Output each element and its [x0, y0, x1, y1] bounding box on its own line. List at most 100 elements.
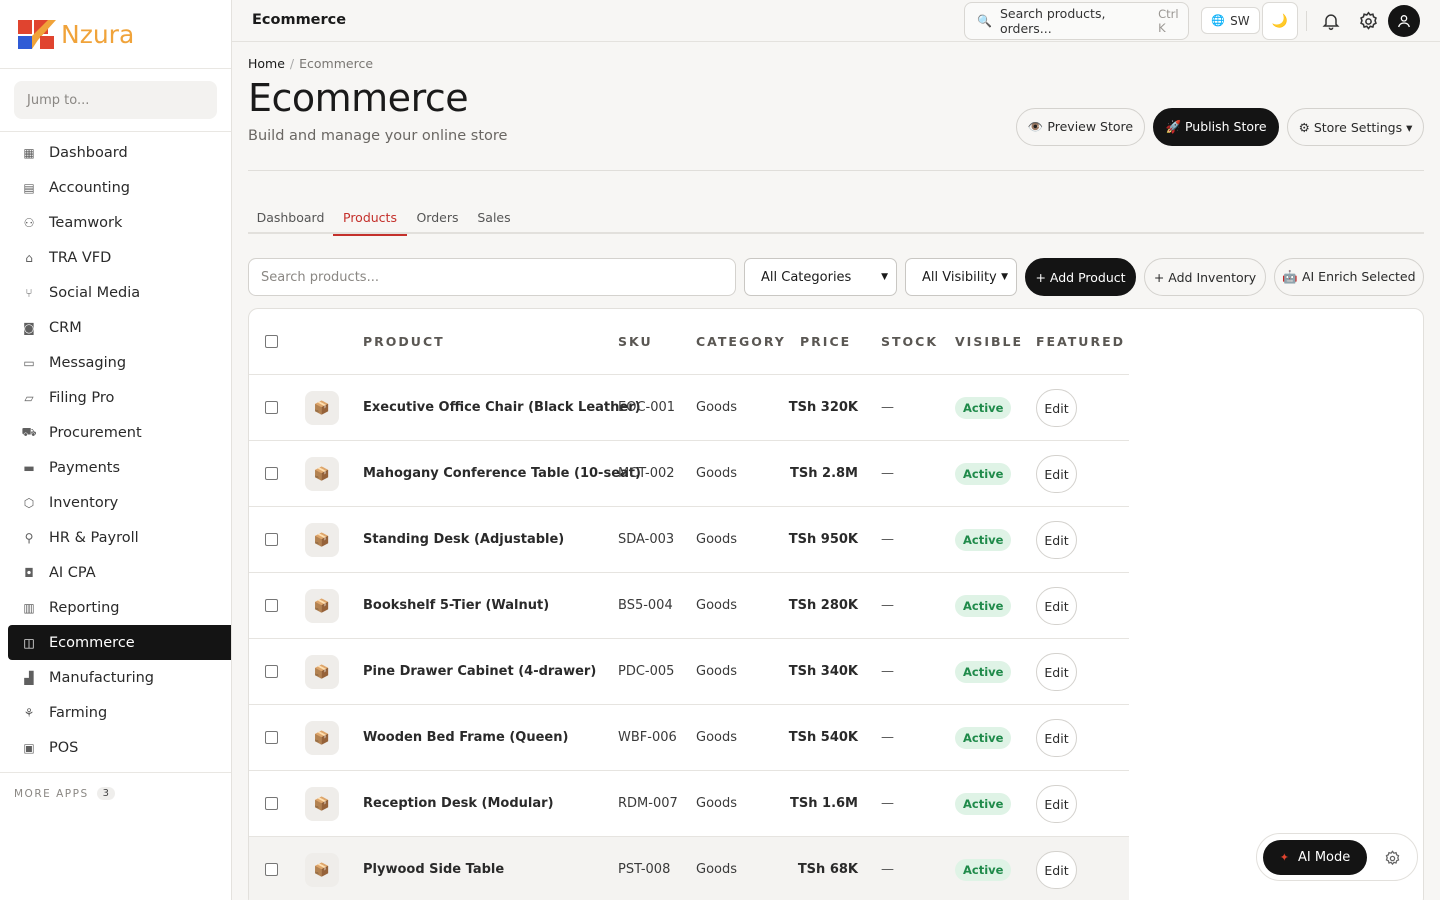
table-row[interactable]: 📦 Executive Office Chair (Black Leather) E…	[249, 375, 1129, 441]
status-badge[interactable]: Active	[955, 727, 1012, 749]
cart-icon: ⛟	[21, 424, 37, 439]
sidebar-item-dashboard[interactable]: ▦ Dashboard	[0, 135, 231, 170]
sidebar-item-crm[interactable]: ◙ CRM	[0, 310, 231, 345]
notifications-button[interactable]	[1320, 10, 1342, 32]
edit-button[interactable]: Edit	[1036, 521, 1077, 559]
product-name[interactable]: Wooden Bed Frame (Queen)	[363, 730, 568, 745]
sidebar-item-teamwork[interactable]: ⚇ Teamwork	[0, 205, 231, 240]
sidebar-item-hr-payroll[interactable]: ⚲ HR & Payroll	[0, 520, 231, 555]
row-checkbox[interactable]	[265, 467, 278, 480]
ai-settings-button[interactable]	[1382, 848, 1402, 868]
column-header-visible[interactable]: VISIBLE	[955, 334, 1023, 349]
edit-button[interactable]: Edit	[1036, 653, 1077, 691]
table-row[interactable]: 📦 Wooden Bed Frame (Queen) WBF-006 Goods TSh…	[249, 705, 1129, 771]
row-checkbox[interactable]	[265, 401, 278, 414]
column-header-category[interactable]: CATEGORY	[696, 334, 786, 349]
table-row[interactable]: 📦 Mahogany Conference Table (10-seat) MCT-…	[249, 441, 1129, 507]
sidebar-item-reporting[interactable]: ▥ Reporting	[0, 590, 231, 625]
table-row[interactable]: 📦 Plywood Side Table PST-008 Goods TSh 68K — A…	[249, 837, 1129, 900]
user-avatar[interactable]	[1388, 5, 1420, 37]
column-header-stock[interactable]: STOCK	[881, 334, 938, 349]
settings-button[interactable]	[1357, 10, 1379, 32]
table-row[interactable]: 📦 Standing Desk (Adjustable) SDA-003 Goods T…	[249, 507, 1129, 573]
add-inventory-button[interactable]: + Add Inventory	[1144, 258, 1266, 296]
edit-button[interactable]: Edit	[1036, 785, 1077, 823]
status-badge[interactable]: Active	[955, 463, 1012, 485]
preview-store-button[interactable]: 👁️ Preview Store	[1016, 108, 1145, 146]
sidebar-item-ecommerce[interactable]: ◫ Ecommerce	[8, 625, 231, 660]
edit-button[interactable]: Edit	[1036, 851, 1077, 889]
status-badge[interactable]: Active	[955, 397, 1012, 419]
edit-button[interactable]: Edit	[1036, 455, 1077, 493]
status-badge[interactable]: Active	[955, 661, 1012, 683]
sidebar-item-label: Manufacturing	[49, 669, 154, 686]
status-badge[interactable]: Active	[955, 529, 1012, 551]
edit-button[interactable]: Edit	[1036, 587, 1077, 625]
sidebar-item-messaging[interactable]: ▭ Messaging	[0, 345, 231, 380]
divider	[1306, 11, 1307, 31]
breadcrumb-home[interactable]: Home	[248, 56, 285, 71]
row-checkbox[interactable]	[265, 797, 278, 810]
sidebar-item-label: TRA VFD	[49, 249, 112, 266]
brand-logo[interactable]: Nzura	[0, 0, 231, 69]
sidebar-item-tra-vfd[interactable]: ⌂ TRA VFD	[0, 240, 231, 275]
sidebar-item-ai-cpa[interactable]: ◘ AI CPA	[0, 555, 231, 590]
sidebar-item-pos[interactable]: ▣ POS	[0, 730, 231, 765]
product-sku: EOC-001	[618, 400, 676, 415]
sidebar-item-label: Accounting	[49, 179, 130, 196]
column-header-featured[interactable]: FEATURED	[1036, 334, 1125, 349]
product-name[interactable]: Executive Office Chair (Black Leather)	[363, 400, 641, 415]
tab-dashboard[interactable]: Dashboard	[248, 200, 333, 234]
sidebar-item-payments[interactable]: ▬ Payments	[0, 450, 231, 485]
table-row[interactable]: 📦 Bookshelf 5-Tier (Walnut) BS5-004 Goods TS…	[249, 573, 1129, 639]
sidebar-item-inventory[interactable]: ⬡ Inventory	[0, 485, 231, 520]
store-settings-button[interactable]: ⚙ Store Settings ▾	[1287, 108, 1424, 146]
sidebar-item-social-media[interactable]: ⑂ Social Media	[0, 275, 231, 310]
visibility-select[interactable]: All Visibility ▼	[905, 258, 1017, 296]
product-name[interactable]: Reception Desk (Modular)	[363, 796, 554, 811]
row-checkbox[interactable]	[265, 731, 278, 744]
ai-mode-button[interactable]: ✦ AI Mode	[1263, 840, 1367, 875]
more-apps[interactable]: MORE APPS 3	[0, 772, 231, 814]
row-checkbox[interactable]	[265, 863, 278, 876]
row-checkbox[interactable]	[265, 533, 278, 546]
ai-enrich-button[interactable]: 🤖 AI Enrich Selected	[1274, 258, 1424, 296]
column-header-product[interactable]: PRODUCT	[363, 334, 445, 349]
product-name[interactable]: Pine Drawer Cabinet (4-drawer)	[363, 664, 596, 679]
product-name[interactable]: Standing Desk (Adjustable)	[363, 532, 564, 547]
row-checkbox[interactable]	[265, 599, 278, 612]
jump-to-input[interactable]: Jump to...	[14, 81, 217, 119]
category-select[interactable]: All Categories ▼	[744, 258, 897, 296]
sidebar-item-procurement[interactable]: ⛟ Procurement	[0, 415, 231, 450]
global-search[interactable]: 🔍 Search products, orders... Ctrl K	[964, 2, 1189, 40]
status-badge[interactable]: Active	[955, 859, 1012, 881]
tab-orders[interactable]: Orders	[407, 200, 468, 234]
sidebar-item-manufacturing[interactable]: ▟ Manufacturing	[0, 660, 231, 695]
product-name[interactable]: Mahogany Conference Table (10-seat)	[363, 466, 641, 481]
status-badge[interactable]: Active	[955, 793, 1012, 815]
product-name[interactable]: Plywood Side Table	[363, 862, 504, 877]
product-name[interactable]: Bookshelf 5-Tier (Walnut)	[363, 598, 549, 613]
sidebar-item-label: Procurement	[49, 424, 142, 441]
language-switch[interactable]: 🌐 SW	[1201, 7, 1260, 34]
box-icon: ⬡	[23, 495, 35, 510]
product-sku: MCT-002	[618, 466, 675, 481]
select-all-checkbox[interactable]	[265, 335, 278, 348]
sidebar-item-accounting[interactable]: ▤ Accounting	[0, 170, 231, 205]
table-row[interactable]: 📦 Reception Desk (Modular) RDM-007 Goods TSh…	[249, 771, 1129, 837]
publish-store-button[interactable]: 🚀 Publish Store	[1153, 108, 1279, 146]
sidebar-item-farming[interactable]: ⚘ Farming	[0, 695, 231, 730]
product-search-input[interactable]: Search products...	[248, 258, 736, 296]
edit-button[interactable]: Edit	[1036, 389, 1077, 427]
column-header-sku[interactable]: SKU	[618, 334, 653, 349]
tab-products[interactable]: Products	[333, 200, 407, 236]
column-header-price[interactable]: PRICE	[800, 334, 851, 349]
row-checkbox[interactable]	[265, 665, 278, 678]
status-badge[interactable]: Active	[955, 595, 1012, 617]
sidebar-item-filing-pro[interactable]: ▱ Filing Pro	[0, 380, 231, 415]
table-row[interactable]: 📦 Pine Drawer Cabinet (4-drawer) PDC-005 Go…	[249, 639, 1129, 705]
add-product-button[interactable]: + Add Product	[1025, 258, 1136, 296]
edit-button[interactable]: Edit	[1036, 719, 1077, 757]
tab-sales[interactable]: Sales	[468, 200, 520, 234]
theme-toggle[interactable]: 🌙	[1262, 2, 1298, 40]
